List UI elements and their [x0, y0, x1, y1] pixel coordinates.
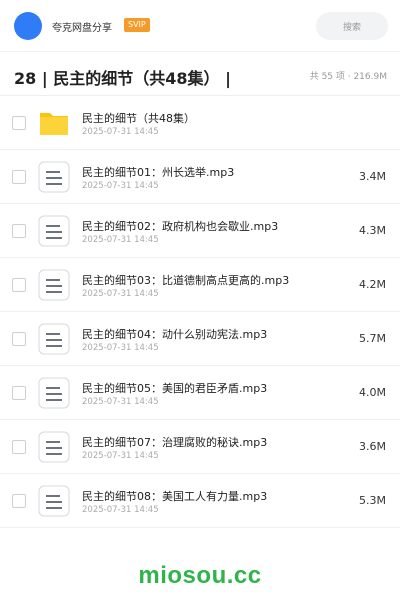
- file-row[interactable]: 民主的细节08：美国工人有力量.mp3 2025-07-31 14:45 5.3M: [0, 474, 400, 528]
- row-checkbox[interactable]: [12, 494, 26, 508]
- file-size: 4.2M: [359, 278, 386, 291]
- file-name: 民主的细节03：比道德制高点更高的.mp3: [82, 274, 290, 287]
- file-name: 民主的细节07：治理腐败的秘诀.mp3: [82, 436, 268, 449]
- file-date: 2025-07-31 14:45: [82, 451, 159, 461]
- file-name: 民主的细节04：动什么别动宪法.mp3: [82, 328, 268, 341]
- file-date: 2025-07-31 14:45: [82, 127, 159, 137]
- file-name: 民主的细节（共48集）: [82, 112, 195, 125]
- audio-file-icon: [38, 323, 70, 355]
- audio-file-icon: [38, 431, 70, 463]
- file-size: 4.0M: [359, 386, 386, 399]
- file-size: 3.6M: [359, 440, 386, 453]
- folder-header: 28 | 民主的细节（共48集） | 共 55 项 · 216.9M: [0, 52, 400, 96]
- file-date: 2025-07-31 14:45: [82, 235, 159, 245]
- file-date: 2025-07-31 14:45: [82, 289, 159, 299]
- audio-file-icon: [38, 161, 70, 193]
- file-date: 2025-07-31 14:45: [82, 343, 159, 353]
- file-size: 5.3M: [359, 494, 386, 507]
- site-name: 夸克网盘分享: [52, 23, 112, 34]
- search-input[interactable]: 搜索: [316, 12, 388, 40]
- file-name: 民主的细节08：美国工人有力量.mp3: [82, 490, 268, 503]
- file-row[interactable]: 民主的细节03：比道德制高点更高的.mp3 2025-07-31 14:45 4.2…: [0, 258, 400, 312]
- page-title: 28 | 民主的细节（共48集） |: [14, 69, 231, 88]
- file-row[interactable]: 民主的细节04：动什么别动宪法.mp3 2025-07-31 14:45 5.7M: [0, 312, 400, 366]
- svip-badge: SVIP: [124, 18, 150, 32]
- row-checkbox[interactable]: [12, 278, 26, 292]
- audio-file-icon: [38, 269, 70, 301]
- file-size: 4.3M: [359, 224, 386, 237]
- row-checkbox[interactable]: [12, 386, 26, 400]
- audio-file-icon: [38, 215, 70, 247]
- file-name: 民主的细节02：政府机构也会歇业.mp3: [82, 220, 279, 233]
- file-size: 3.4M: [359, 170, 386, 183]
- audio-file-icon: [38, 377, 70, 409]
- folder-icon: [38, 107, 70, 139]
- file-list: 民主的细节（共48集） 2025-07-31 14:45 民主的细节01：州长选举.…: [0, 96, 400, 528]
- file-row[interactable]: 民主的细节05：美国的君臣矛盾.mp3 2025-07-31 14:45 4.0M: [0, 366, 400, 420]
- avatar[interactable]: [14, 12, 42, 40]
- file-row[interactable]: 民主的细节07：治理腐败的秘诀.mp3 2025-07-31 14:45 3.6M: [0, 420, 400, 474]
- row-checkbox[interactable]: [12, 224, 26, 238]
- top-bar: 夸克网盘分享 SVIP 搜索: [0, 0, 400, 52]
- row-checkbox[interactable]: [12, 332, 26, 346]
- file-date: 2025-07-31 14:45: [82, 397, 159, 407]
- folder-summary: 共 55 项 · 216.9M: [309, 72, 387, 82]
- file-name: 民主的细节01：州长选举.mp3: [82, 166, 235, 179]
- file-size: 5.7M: [359, 332, 386, 345]
- file-name: 民主的细节05：美国的君臣矛盾.mp3: [82, 382, 268, 395]
- file-row[interactable]: 民主的细节02：政府机构也会歇业.mp3 2025-07-31 14:45 4.3M: [0, 204, 400, 258]
- file-date: 2025-07-31 14:45: [82, 181, 159, 191]
- watermark: miosou.cc: [138, 562, 262, 589]
- file-date: 2025-07-31 14:45: [82, 505, 159, 515]
- row-checkbox[interactable]: [12, 116, 26, 130]
- row-checkbox[interactable]: [12, 440, 26, 454]
- file-row[interactable]: 民主的细节01：州长选举.mp3 2025-07-31 14:45 3.4M: [0, 150, 400, 204]
- audio-file-icon: [38, 485, 70, 517]
- row-checkbox[interactable]: [12, 170, 26, 184]
- folder-row[interactable]: 民主的细节（共48集） 2025-07-31 14:45: [0, 96, 400, 150]
